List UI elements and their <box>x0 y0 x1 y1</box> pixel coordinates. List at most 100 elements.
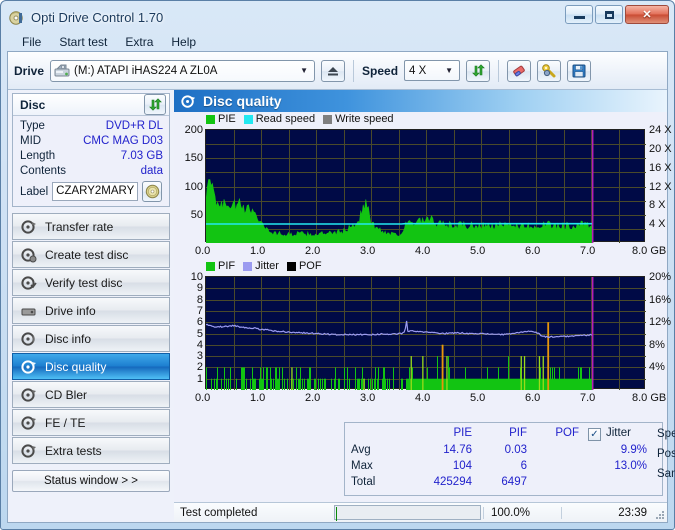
jitter-checkbox[interactable]: ✓ <box>588 428 601 441</box>
progress-bar <box>334 505 481 521</box>
y-tick-label: 1 <box>196 372 203 385</box>
disc-info-panel: Disc Type DVD+R DL MID CMC MAG D03 Lengt… <box>12 93 170 207</box>
disc-row-contents: Contents data <box>20 164 163 179</box>
eject-button[interactable] <box>321 59 346 82</box>
save-button[interactable] <box>567 59 592 82</box>
drive-toolbar: Drive (M:) ATAPI iHAS224 A ZL0A ▼ Speed … <box>8 52 667 90</box>
legend-swatch-pif <box>206 261 215 271</box>
tools-button[interactable] <box>537 59 562 82</box>
y-tick-label: 50 <box>190 208 203 221</box>
disc-extra-icon <box>21 443 37 459</box>
y2-tick-label: 16 X <box>649 161 672 174</box>
menu-item-file[interactable]: File <box>13 33 50 51</box>
sidebar-item-transfer-rate[interactable]: Transfer rate <box>12 213 170 240</box>
x-tick-label: 2.0 <box>305 245 321 257</box>
disc-row-value: data <box>140 165 163 177</box>
refresh-button[interactable] <box>466 59 491 82</box>
y-tick-label: 10 <box>190 271 203 283</box>
sidebar-item-label: CD Bler <box>45 387 88 402</box>
sidebar-item-extra-tests[interactable]: Extra tests <box>12 437 170 464</box>
x-tick-label: 5.0 <box>470 392 486 404</box>
x-tick-label: 0.0 <box>195 392 211 404</box>
disc-row-value: DVD+R DL <box>105 120 163 132</box>
legend-swatch-pof <box>286 261 296 271</box>
y2-tick-label: 20 X <box>649 142 672 155</box>
y2-tick-label: 8 X <box>649 199 666 212</box>
stats-avg-jitter: 9.9% <box>620 444 647 456</box>
sidebar-item-create-test-disc[interactable]: Create test disc <box>12 241 170 268</box>
legend-label-pof: POF <box>298 260 322 272</box>
legend-label-pie: PIE <box>218 113 236 125</box>
status-window-button[interactable]: Status window > > <box>12 470 170 492</box>
sidebar-item-label: FE / TE <box>45 415 86 430</box>
x-tick-label: 0.0 <box>195 245 211 257</box>
stats-row-label-avg: Avg <box>351 444 371 456</box>
pie-chart-legend: PIE Read speed Write speed <box>206 113 399 125</box>
x-tick-label: 6.0 <box>525 245 541 257</box>
x-tick-label: 8.0 GB <box>632 392 667 404</box>
x-tick-label: 7.0 <box>580 245 596 257</box>
sidebar-item-verify-test-disc[interactable]: Verify test disc <box>12 269 170 296</box>
sidebar-item-fe-te[interactable]: FE / TE <box>12 409 170 436</box>
disc-label-input[interactable]: CZARY2MARY <box>52 182 139 201</box>
pif-chart-legend: PIF Jitter POF <box>206 260 327 272</box>
menu-item-start-test[interactable]: Start test <box>50 33 116 51</box>
disc-row-key: Contents <box>20 165 67 177</box>
y2-tick-label: 4% <box>649 361 665 374</box>
status-bar: Test completed 100.0% 23:39 <box>174 502 667 522</box>
disc-row-mid: MID CMC MAG D03 <box>20 134 163 149</box>
y2-tick-label: 12% <box>649 316 672 329</box>
disc-label-row: Label CZARY2MARY <box>20 181 163 202</box>
chevron-down-icon[interactable]: ▼ <box>441 66 457 75</box>
sidebar-item-disc-quality[interactable]: Disc quality <box>12 353 170 380</box>
eraser-button[interactable] <box>507 59 532 82</box>
chevron-down-icon[interactable]: ▼ <box>296 66 312 75</box>
x-tick-label: 3.0 <box>360 392 376 404</box>
speed-value: 4 X <box>409 64 427 77</box>
disc-label-button[interactable] <box>142 181 162 202</box>
close-button[interactable]: ✕ <box>625 5 669 24</box>
menu-item-help[interactable]: Help <box>162 33 205 51</box>
drive-label: Drive <box>14 63 45 78</box>
maximize-button[interactable] <box>595 5 623 24</box>
speed-select[interactable]: 4 X ▼ <box>404 60 461 81</box>
toolbar-divider <box>498 59 500 82</box>
disc-bler-icon <box>21 387 37 403</box>
stats-row-label-total: Total <box>351 476 376 488</box>
window-title: Opti Drive Control 1.70 <box>31 10 164 25</box>
y-tick-label: 150 <box>184 152 203 165</box>
menu-item-extra[interactable]: Extra <box>116 33 162 51</box>
sidebar-item-disc-info[interactable]: Disc info <box>12 325 170 352</box>
stats-row-label-max: Max <box>351 460 373 472</box>
stats-position-label: Position <box>657 448 675 460</box>
stats-speed-label: Speed <box>657 428 675 440</box>
x-tick-label: 4.0 <box>415 392 431 404</box>
x-tick-label: 3.0 <box>360 245 376 257</box>
window-controls: ✕ <box>565 5 669 24</box>
x-tick-label: 4.0 <box>415 245 431 257</box>
y-tick-label: 100 <box>184 180 203 193</box>
x-tick-label: 5.0 <box>470 245 486 257</box>
sidebar-item-label: Drive info <box>45 303 96 318</box>
stats-samples-label: Samples <box>657 468 675 480</box>
disc-refresh-button[interactable] <box>144 94 166 115</box>
app-icon <box>9 10 25 26</box>
legend-swatch-write-speed <box>323 114 333 124</box>
app-window: Opti Drive Control 1.70 ✕ File Start tes… <box>0 0 675 530</box>
resize-grip[interactable] <box>653 503 667 522</box>
stats-max-jitter: 13.0% <box>614 460 647 472</box>
drive-select[interactable]: (M:) ATAPI iHAS224 A ZL0A ▼ <box>50 59 316 82</box>
sidebar-item-drive-info[interactable]: Drive info <box>12 297 170 324</box>
sidebar-item-cd-bler[interactable]: CD Bler <box>12 381 170 408</box>
x-tick-label: 2.0 <box>305 392 321 404</box>
minimize-button[interactable] <box>565 5 593 24</box>
sidebar-item-label: Verify test disc <box>45 275 123 290</box>
disc-row-key: Type <box>20 120 45 132</box>
y2-tick-label: 24 X <box>649 124 672 136</box>
legend-swatch-read-speed <box>243 114 253 124</box>
stats-col-pif: PIF <box>509 427 527 439</box>
disc-info-rows: Type DVD+R DL MID CMC MAG D03 Length 7.0… <box>13 116 169 206</box>
progress-percent: 100.0% <box>483 506 561 519</box>
drive-info-icon <box>21 303 37 319</box>
nav-list: Transfer rate Create test disc Verify te… <box>12 213 170 464</box>
